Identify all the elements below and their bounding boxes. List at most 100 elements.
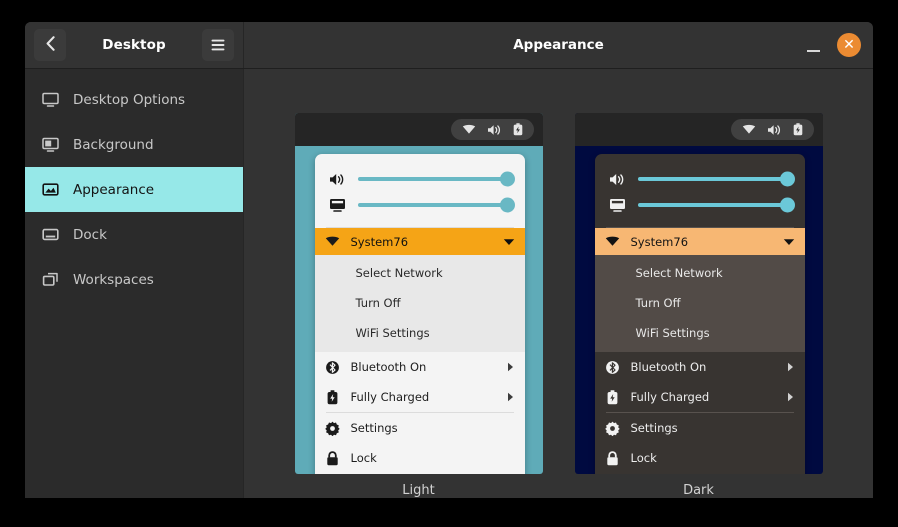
chevron-down-icon: [783, 238, 795, 246]
theme-option-light[interactable]: System76 Select Network Turn Off WiFi Se…: [295, 113, 543, 498]
battery-charging-icon: [513, 123, 523, 136]
chevron-right-icon: [507, 362, 514, 372]
image-icon: [41, 181, 59, 199]
battery-icon: [605, 390, 620, 405]
submenu-item-wifi-settings[interactable]: WiFi Settings: [315, 318, 525, 348]
menu-item-label: Lock: [351, 451, 377, 465]
wifi-icon: [605, 236, 620, 247]
slider-knob[interactable]: [500, 172, 515, 187]
theme-option-dark[interactable]: System76 Select Network Turn Off WiFi Se…: [575, 113, 823, 498]
theme-label-light: Light: [402, 483, 434, 498]
window-title-area: Appearance ✕: [244, 22, 873, 68]
slider-knob[interactable]: [500, 198, 515, 213]
system-tray: [731, 119, 814, 140]
submenu-item-select-network[interactable]: Select Network: [315, 258, 525, 288]
submenu-item-turn-off[interactable]: Turn Off: [315, 288, 525, 318]
hamburger-menu-button[interactable]: [202, 29, 234, 61]
chevron-right-icon: [787, 392, 794, 402]
menu-item-bluetooth[interactable]: Bluetooth On: [595, 352, 805, 382]
chevron-right-icon: [507, 392, 514, 402]
wifi-icon: [462, 124, 476, 135]
submenu-label: WiFi Settings: [356, 326, 430, 340]
minimize-icon: [807, 50, 820, 52]
menu-item-power[interactable]: Power Off / Log Out: [315, 473, 525, 474]
hamburger-menu-icon: [211, 36, 225, 55]
menu-item-lock[interactable]: Lock: [595, 443, 805, 473]
submenu-label: WiFi Settings: [636, 326, 710, 340]
network-name: System76: [351, 235, 409, 249]
lock-icon: [325, 451, 340, 466]
brightness-slider[interactable]: [358, 203, 512, 207]
sidebar-item-dock[interactable]: Dock: [25, 212, 243, 257]
menu-item-settings[interactable]: Settings: [595, 413, 805, 443]
theme-label-dark: Dark: [683, 483, 714, 498]
menu-item-battery[interactable]: Fully Charged: [315, 382, 525, 412]
volume-slider-row[interactable]: [608, 166, 792, 192]
window-controls: ✕: [802, 33, 861, 57]
slider-knob[interactable]: [780, 172, 795, 187]
network-submenu: Select Network Turn Off WiFi Settings: [595, 255, 805, 352]
sidebar-item-label: Dock: [73, 227, 107, 243]
brightness-slider-row[interactable]: [328, 192, 512, 218]
sidebar-item-label: Appearance: [73, 182, 154, 198]
volume-slider[interactable]: [358, 177, 512, 181]
back-button[interactable]: [34, 29, 66, 61]
minimize-button[interactable]: [802, 34, 824, 56]
brightness-slider[interactable]: [638, 203, 792, 207]
submenu-label: Select Network: [356, 266, 443, 280]
chevron-down-icon: [503, 238, 515, 246]
volume-slider-row[interactable]: [328, 166, 512, 192]
window-header-bar: Desktop Appearance ✕: [25, 22, 873, 69]
chevron-right-icon: [787, 362, 794, 372]
volume-icon: [767, 124, 782, 136]
preview-system-menu: System76 Select Network Turn Off WiFi Se…: [595, 154, 805, 474]
theme-preview-dark[interactable]: System76 Select Network Turn Off WiFi Se…: [575, 113, 823, 474]
slider-knob[interactable]: [780, 198, 795, 213]
appearance-content: System76 Select Network Turn Off WiFi Se…: [244, 69, 873, 498]
monitor-icon: [41, 91, 59, 109]
theme-preview-light[interactable]: System76 Select Network Turn Off WiFi Se…: [295, 113, 543, 474]
volume-slider[interactable]: [638, 177, 792, 181]
preview-sliders: [595, 154, 805, 227]
chevron-left-icon: [46, 36, 55, 55]
close-icon: ✕: [843, 38, 855, 52]
sidebar-item-desktop-options[interactable]: Desktop Options: [25, 77, 243, 122]
battery-icon: [325, 390, 340, 405]
close-button[interactable]: ✕: [837, 33, 861, 57]
submenu-item-turn-off[interactable]: Turn Off: [595, 288, 805, 318]
preview-system-menu: System76 Select Network Turn Off WiFi Se…: [315, 154, 525, 474]
volume-icon: [487, 124, 502, 136]
workspaces-icon: [41, 271, 59, 289]
submenu-item-wifi-settings[interactable]: WiFi Settings: [595, 318, 805, 348]
dock-icon: [41, 226, 59, 244]
menu-item-battery[interactable]: Fully Charged: [595, 382, 805, 412]
menu-item-bluetooth[interactable]: Bluetooth On: [315, 352, 525, 382]
menu-item-settings[interactable]: Settings: [315, 413, 525, 443]
menu-item-label: Bluetooth On: [351, 360, 427, 374]
bluetooth-icon: [605, 360, 620, 375]
gear-icon: [325, 421, 340, 436]
page-title: Appearance: [244, 37, 873, 53]
network-row[interactable]: System76: [315, 228, 525, 255]
preview-top-panel: [295, 113, 543, 146]
network-row[interactable]: System76: [595, 228, 805, 255]
menu-item-lock[interactable]: Lock: [315, 443, 525, 473]
wifi-icon: [742, 124, 756, 135]
sidebar-title: Desktop: [72, 37, 196, 53]
sidebar-item-label: Desktop Options: [73, 92, 185, 108]
menu-item-label: Settings: [351, 421, 398, 435]
sidebar-item-background[interactable]: Background: [25, 122, 243, 167]
wallpaper-icon: [41, 136, 59, 154]
sidebar-item-label: Workspaces: [73, 272, 154, 288]
menu-item-power[interactable]: Power Off / Log Out: [595, 473, 805, 474]
display-brightness-icon: [608, 198, 627, 212]
sidebar-item-appearance[interactable]: Appearance: [25, 167, 243, 212]
sidebar-header: Desktop: [25, 22, 244, 68]
network-submenu: Select Network Turn Off WiFi Settings: [315, 255, 525, 352]
sidebar-item-workspaces[interactable]: Workspaces: [25, 257, 243, 302]
brightness-slider-row[interactable]: [608, 192, 792, 218]
preview-sliders: [315, 154, 525, 227]
submenu-item-select-network[interactable]: Select Network: [595, 258, 805, 288]
submenu-label: Turn Off: [636, 296, 681, 310]
menu-item-label: Lock: [631, 451, 657, 465]
